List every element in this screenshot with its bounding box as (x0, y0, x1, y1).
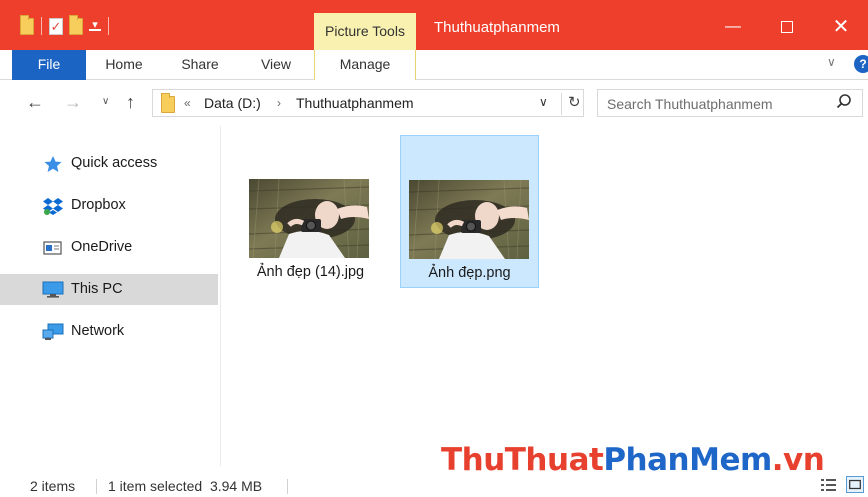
tab-share[interactable]: Share (172, 50, 228, 79)
breadcrumb-thuthuatphanmem[interactable]: Thuthuatphanmem (296, 95, 414, 111)
sidebar-item-label: Dropbox (71, 197, 126, 213)
picture-tools-header: Picture Tools (314, 13, 416, 50)
minimize-button[interactable]: — (710, 12, 756, 42)
watermark-part2: PhanMem (603, 442, 772, 478)
divider (287, 479, 288, 494)
close-button[interactable]: ✕ (818, 12, 864, 42)
help-icon[interactable]: ? (854, 55, 868, 73)
expand-ribbon-icon[interactable]: ∨ (827, 55, 836, 69)
overflow-icon[interactable]: « (184, 96, 191, 110)
sidebar-item-label: This PC (71, 281, 123, 297)
search-input[interactable] (607, 94, 822, 113)
back-button[interactable]: ← (26, 92, 44, 113)
quick-access-toolbar: ✓ ▾ (20, 14, 110, 38)
onedrive-icon (43, 241, 62, 255)
up-button[interactable]: ↑ (126, 92, 135, 113)
file-list: Ảnh đẹp (14).jpg Ảnh đẹp.png (222, 126, 868, 466)
breadcrumb-data-drive[interactable]: Data (D:) (204, 95, 261, 111)
address-dropdown-icon[interactable]: ∨ (539, 95, 548, 109)
computer-icon (42, 281, 64, 298)
properties-icon[interactable]: ✓ (49, 17, 63, 35)
chevron-right-icon[interactable]: › (277, 96, 281, 110)
window-title: Thuthuatphanmem (434, 19, 560, 36)
watermark-part1: ThuThuat (441, 442, 604, 478)
file-item[interactable]: Ảnh đẹp (14).jpg (241, 135, 380, 288)
navigation-pane: Quick access Dropbox OneDrive This PC Ne… (0, 126, 221, 466)
search-box[interactable] (597, 89, 863, 117)
title-bar: ✓ ▾ Picture Tools Thuthuatphanmem — ✕ (0, 0, 868, 50)
address-bar[interactable]: « Data (D:) › Thuthuatphanmem ∨ ↻ (152, 89, 584, 117)
watermark-part3: .vn (771, 442, 825, 478)
dropbox-icon (43, 198, 63, 215)
maximize-button[interactable] (764, 12, 810, 42)
sidebar-item-this-pc[interactable]: This PC (0, 274, 218, 305)
image-thumbnail[interactable] (249, 179, 369, 258)
forward-button[interactable]: → (64, 92, 82, 113)
item-count: 2 items (30, 478, 76, 494)
refresh-icon[interactable]: ↻ (561, 93, 581, 115)
new-folder-icon[interactable] (69, 14, 83, 35)
watermark: ThuThuatPhanMem.vn (441, 442, 825, 478)
maximize-icon (781, 20, 793, 33)
tab-home[interactable]: Home (94, 50, 154, 79)
divider (108, 17, 109, 35)
sidebar-item-dropbox[interactable]: Dropbox (0, 190, 218, 221)
sidebar-item-onedrive[interactable]: OneDrive (0, 232, 218, 263)
file-name[interactable]: Ảnh đẹp (14).jpg (241, 264, 380, 280)
address-row: ← → ∨ ↑ « Data (D:) › Thuthuatphanmem ∨ … (0, 80, 868, 126)
folder-icon[interactable] (20, 14, 34, 35)
sidebar-item-label: Quick access (71, 155, 158, 171)
network-icon (42, 323, 64, 340)
sidebar-item-label: Network (71, 323, 125, 339)
search-icon[interactable] (836, 93, 852, 111)
sidebar-item-label: OneDrive (71, 239, 133, 255)
ribbon-tabs: File Home Share View Manage ∨ ? (0, 50, 868, 80)
file-item[interactable]: Ảnh đẹp.png (400, 135, 539, 288)
divider (41, 17, 42, 35)
tab-file[interactable]: File (12, 50, 86, 80)
details-view-icon[interactable] (820, 476, 838, 493)
selection-info: 1 item selected 3.94 MB (108, 478, 263, 494)
star-icon (44, 156, 62, 172)
sidebar-item-network[interactable]: Network (0, 316, 218, 347)
file-name[interactable]: Ảnh đẹp.png (401, 265, 538, 281)
folder-icon (161, 93, 175, 113)
recent-locations-button[interactable]: ∨ (102, 96, 109, 107)
picture-tools-label: Picture Tools (325, 23, 405, 39)
tab-manage[interactable]: Manage (314, 50, 416, 80)
image-thumbnail[interactable] (409, 180, 529, 259)
tab-view[interactable]: View (248, 50, 304, 79)
large-icons-view-icon[interactable] (846, 476, 864, 493)
sidebar-item-quick-access[interactable]: Quick access (0, 148, 218, 179)
divider (96, 479, 97, 494)
customize-toolbar-icon[interactable]: ▾ (89, 20, 101, 31)
